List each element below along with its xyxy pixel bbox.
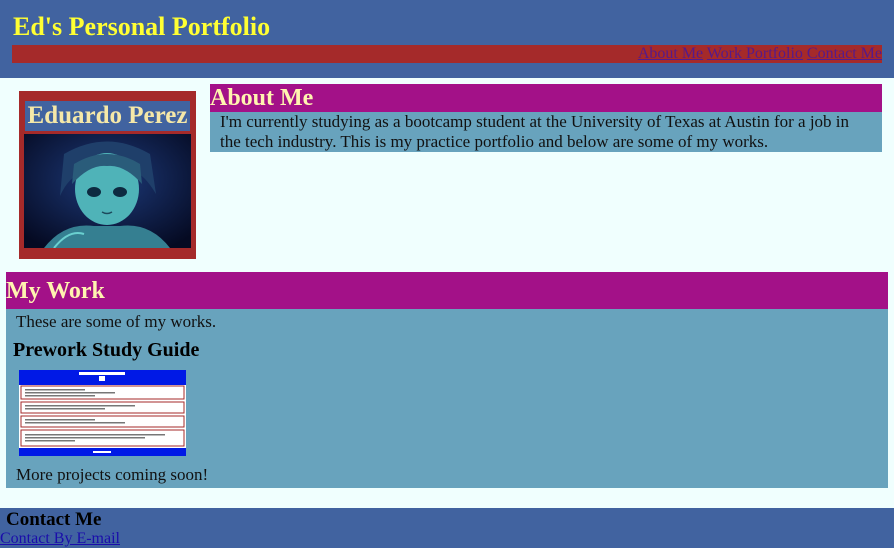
profile-name: Eduardo Perez [25, 101, 190, 131]
about-section: I'm currently studying as a bootcamp stu… [210, 112, 882, 152]
site-title: Ed's Personal Portfolio [13, 12, 271, 41]
project-thumbnail-image [19, 370, 186, 456]
nav-bar: About Me Work Portfolio Contact Me [12, 45, 882, 63]
portrait-image [24, 134, 191, 248]
work-outro: More projects coming soon! [16, 465, 209, 484]
project-thumbnail[interactable] [19, 370, 186, 456]
work-heading: My Work [6, 272, 888, 309]
site-header: Ed's Personal Portfolio About Me Work Po… [0, 0, 894, 78]
footer-heading: Contact Me [6, 509, 102, 530]
contact-email-link[interactable]: Contact By E-mail [0, 530, 120, 548]
work-section: These are some of my works. Prework Stud… [6, 309, 888, 488]
about-text: I'm currently studying as a bootcamp stu… [220, 112, 850, 151]
profile-card: Eduardo Perez [19, 91, 196, 259]
footer: Contact Me Contact By E-mail [0, 508, 894, 548]
work-intro: These are some of my works. [16, 312, 217, 331]
nav-link-about-me[interactable]: About Me [638, 45, 703, 62]
nav-link-contact-me[interactable]: Contact Me [807, 45, 882, 62]
project-title: Prework Study Guide [13, 339, 200, 361]
about-heading: About Me [210, 84, 882, 112]
profile-photo [24, 134, 191, 248]
nav-link-work-portfolio[interactable]: Work Portfolio [707, 45, 803, 62]
